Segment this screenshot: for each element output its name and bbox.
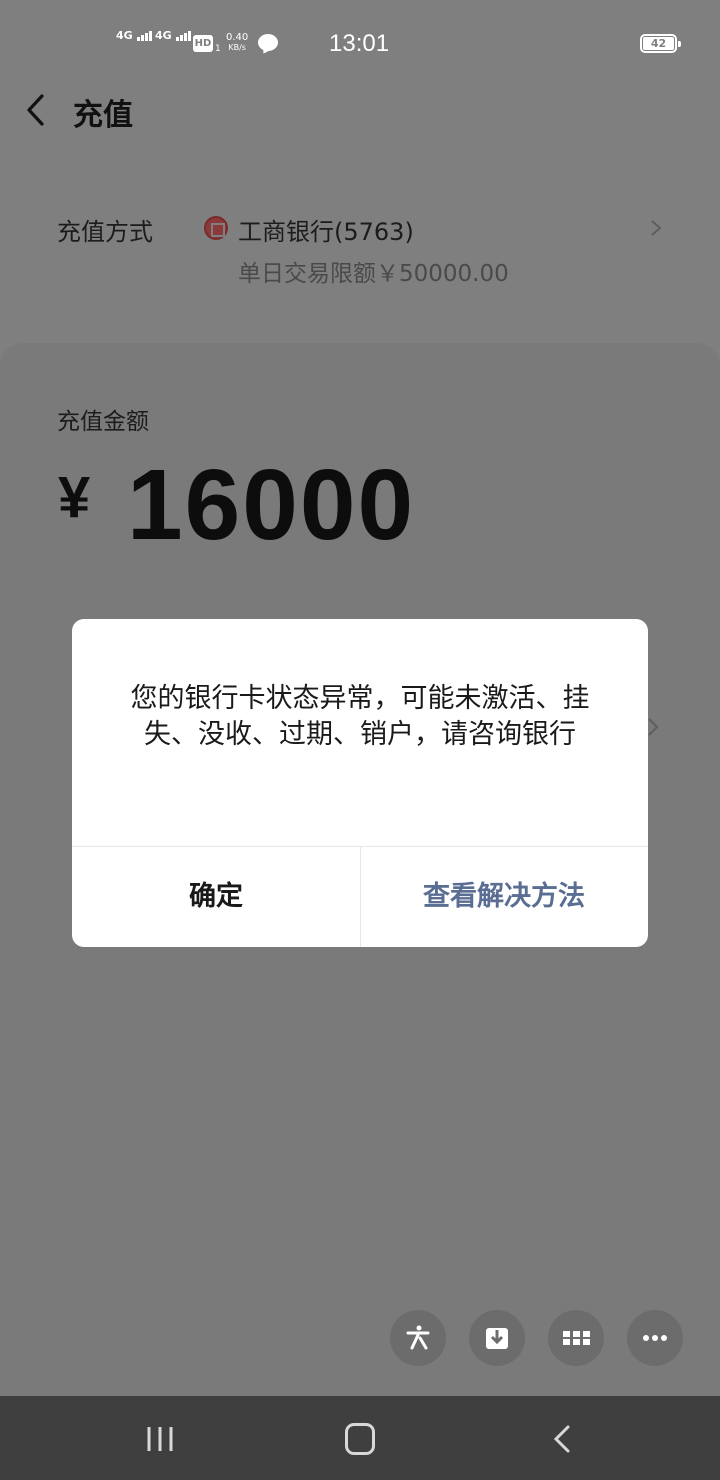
- icbc-logo-icon: [204, 216, 228, 240]
- network-speed: 0.40 KB/s: [226, 33, 248, 53]
- message-icon: [258, 34, 278, 51]
- apps-grid-button[interactable]: [548, 1310, 604, 1366]
- signal-sim1: 4G: [116, 30, 153, 41]
- dialog-message: 您的银行卡状态异常，可能未激活、挂失、没收、过期、销户，请咨询银行: [130, 683, 590, 750]
- hd-sub-label: 1: [215, 44, 221, 54]
- hd-icon: HD: [193, 35, 213, 52]
- error-dialog: 您的银行卡状态异常，可能未激活、挂失、没收、过期、销户，请咨询银行 确定 查看解…: [72, 619, 648, 947]
- back-icon[interactable]: [22, 92, 52, 128]
- chevron-right-icon[interactable]: [648, 218, 664, 238]
- speed-unit: KB/s: [228, 43, 246, 52]
- status-bar: 4G 4G HD 1 0.40 KB/s 13:01 42: [0, 0, 720, 88]
- battery-level: 42: [650, 37, 667, 50]
- download-icon: [486, 1328, 508, 1349]
- nav-back-icon[interactable]: [552, 1424, 572, 1454]
- amount-input[interactable]: 16000: [127, 448, 415, 563]
- download-button[interactable]: [469, 1310, 525, 1366]
- battery-icon: 42: [640, 34, 681, 53]
- page-title: 充值: [73, 98, 133, 133]
- daily-limit-text: 单日交易限额￥50000.00: [238, 261, 509, 287]
- grid-icon: [563, 1331, 590, 1345]
- more-icon: [643, 1335, 667, 1341]
- home-icon[interactable]: [345, 1423, 375, 1455]
- view-solution-button[interactable]: 查看解决方法: [360, 847, 648, 947]
- network-type-label: 4G: [116, 29, 133, 42]
- recent-apps-icon[interactable]: [146, 1425, 174, 1453]
- amount-label: 充值金额: [57, 409, 149, 435]
- accessibility-icon: [406, 1325, 430, 1350]
- currency-symbol: ¥: [58, 465, 91, 530]
- network-type-label: 4G: [155, 29, 172, 42]
- speed-value: 0.40: [226, 32, 249, 43]
- confirm-button[interactable]: 确定: [72, 847, 360, 947]
- accessibility-button[interactable]: [390, 1310, 446, 1366]
- clock: 13:01: [329, 30, 390, 57]
- more-button[interactable]: [627, 1310, 683, 1366]
- payment-method-label: 充值方式: [57, 218, 153, 246]
- signal-sim2: 4G: [155, 30, 192, 41]
- bank-card-name[interactable]: 工商银行(5763): [238, 212, 414, 247]
